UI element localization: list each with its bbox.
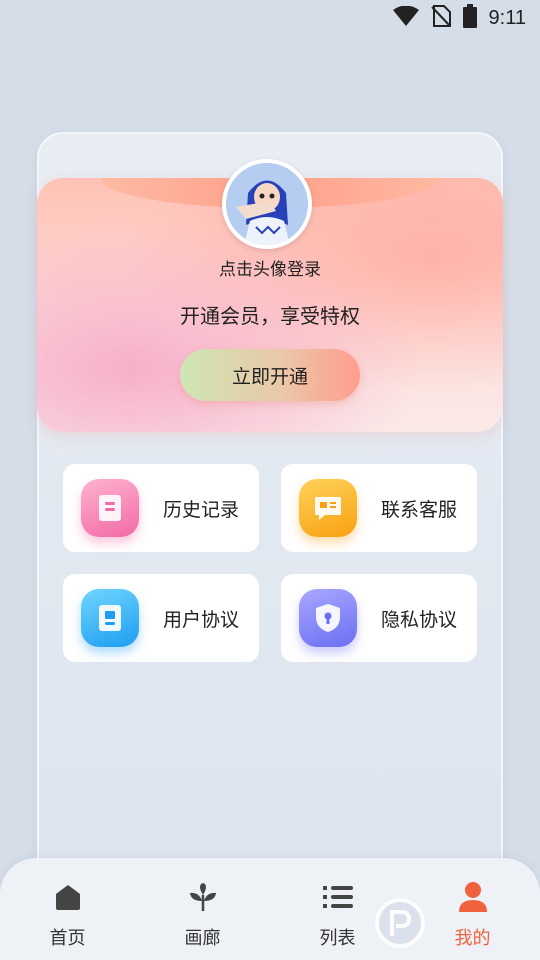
battery-icon (462, 4, 477, 32)
clock: 9:11 (488, 6, 526, 29)
menu-user-agreement-label: 用户协议 (163, 608, 240, 631)
menu-customer-service-label: 联系客服 (381, 498, 458, 521)
watermark-logo (375, 886, 540, 960)
list-icon (321, 880, 355, 914)
menu-customer-service[interactable]: 联系客服 (281, 464, 477, 552)
nav-gallery[interactable]: 画廊 (153, 880, 253, 950)
status-bar: 9:11 (0, 0, 540, 36)
login-prompt[interactable]: 点击头像登录 (0, 255, 540, 280)
nav-home[interactable]: 首页 (18, 880, 118, 950)
menu-privacy[interactable]: 隐私协议 (281, 574, 477, 662)
nav-list-label: 列表 (319, 928, 356, 949)
watermark-p-icon (375, 898, 425, 948)
avatar[interactable] (222, 159, 312, 249)
customer-service-icon (299, 479, 357, 537)
sprout-icon (186, 880, 220, 914)
menu-history[interactable]: 历史记录 (63, 464, 259, 552)
vip-slogan: 开通会员，享受特权 (180, 304, 360, 328)
home-icon (51, 880, 85, 914)
user-agreement-icon (81, 589, 139, 647)
menu-user-agreement[interactable]: 用户协议 (63, 574, 259, 662)
menu-privacy-label: 隐私协议 (381, 608, 458, 631)
nav-home-label: 首页 (49, 928, 86, 949)
menu-history-label: 历史记录 (163, 498, 240, 521)
open-vip-button[interactable]: 立即开通 (180, 349, 360, 401)
wifi-icon (392, 5, 419, 30)
nav-gallery-label: 画廊 (184, 928, 221, 949)
privacy-shield-icon (299, 589, 357, 647)
history-book-icon (81, 479, 139, 537)
no-sim-icon (430, 5, 451, 31)
nav-list[interactable]: 列表 (288, 880, 388, 950)
